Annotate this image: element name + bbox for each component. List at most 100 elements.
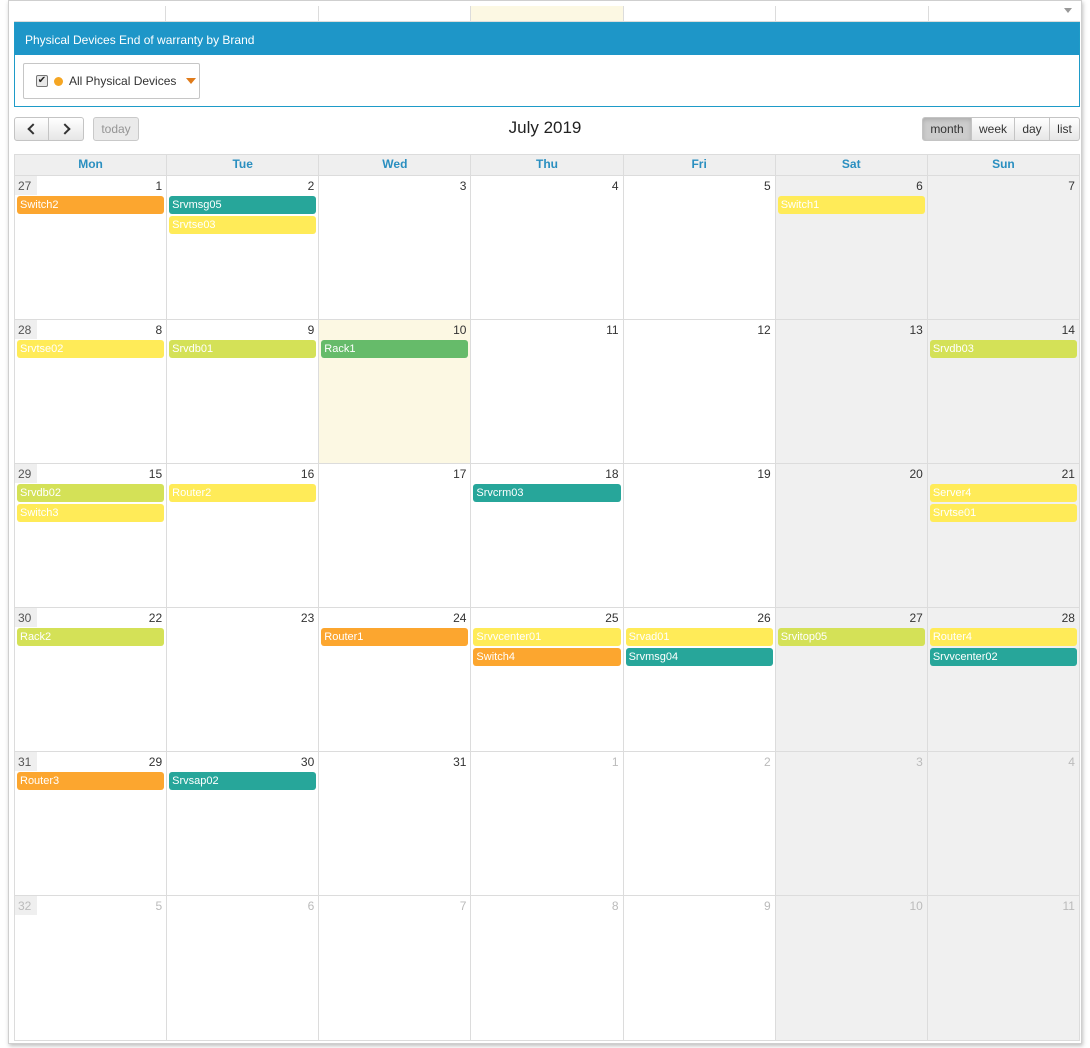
day-cell[interactable]: 11 xyxy=(926,896,1079,1040)
week-number[interactable]: 31 xyxy=(15,752,37,771)
day-cell[interactable]: 25 Srvvcenter01 Switch4 xyxy=(470,608,622,751)
day-cell[interactable]: 4 xyxy=(470,176,622,319)
day-cell[interactable]: 28 Router4 Srvvcenter02 xyxy=(926,608,1079,751)
day-number[interactable]: 29 xyxy=(149,755,162,769)
calendar-event[interactable]: Srvtse02 xyxy=(17,340,165,358)
day-cell[interactable]: 29 15 Srvdb02 Switch3 xyxy=(15,464,166,607)
day-cell[interactable]: 3 xyxy=(318,176,470,319)
day-cell[interactable]: 6 Switch1 xyxy=(774,176,927,319)
day-cell[interactable]: 31 29 Router3 xyxy=(15,752,166,895)
day-number[interactable]: 24 xyxy=(453,611,466,625)
day-cell[interactable]: 10 xyxy=(774,896,927,1040)
day-cell[interactable]: 2 xyxy=(622,752,775,895)
calendar-event[interactable]: Switch3 xyxy=(17,504,165,522)
day-cell[interactable]: 27 Srvitop05 xyxy=(774,608,927,751)
day-number[interactable]: 9 xyxy=(764,899,771,913)
day-cell[interactable]: 13 xyxy=(774,320,927,463)
scroll-caret-icon[interactable] xyxy=(1064,8,1072,13)
day-number[interactable]: 5 xyxy=(155,899,162,913)
day-cell[interactable]: 7 xyxy=(926,176,1079,319)
day-cell[interactable]: 9 Srvdb01 xyxy=(166,320,318,463)
day-cell[interactable]: 19 xyxy=(622,464,775,607)
day-number[interactable]: 1 xyxy=(612,755,619,769)
day-cell[interactable]: 5 xyxy=(622,176,775,319)
day-number[interactable]: 6 xyxy=(916,179,923,193)
day-number[interactable]: 7 xyxy=(460,899,467,913)
day-cell[interactable]: 20 xyxy=(774,464,927,607)
day-number[interactable]: 10 xyxy=(453,323,466,337)
day-cell[interactable]: 7 xyxy=(318,896,470,1040)
filter-checkbox[interactable]: ✔ xyxy=(36,75,48,87)
day-number[interactable]: 7 xyxy=(1068,179,1075,193)
day-number[interactable]: 31 xyxy=(453,755,466,769)
day-number[interactable]: 5 xyxy=(764,179,771,193)
day-number[interactable]: 4 xyxy=(612,179,619,193)
day-number[interactable]: 23 xyxy=(301,611,314,625)
calendar-event[interactable]: Srvtse01 xyxy=(929,504,1077,522)
week-number[interactable]: 30 xyxy=(15,608,37,627)
view-month-button[interactable]: month xyxy=(922,117,972,141)
week-number[interactable]: 27 xyxy=(15,176,37,195)
day-number[interactable]: 4 xyxy=(1068,755,1075,769)
calendar-event[interactable]: Srvcrm03 xyxy=(473,484,621,502)
day-cell[interactable]: 27 1 Switch2 xyxy=(15,176,166,319)
day-cell[interactable]: 14 Srvdb03 xyxy=(926,320,1079,463)
day-cell[interactable]: 10 Rack1 xyxy=(318,320,471,463)
day-cell[interactable]: 30 Srvsap02 xyxy=(166,752,318,895)
day-number[interactable]: 8 xyxy=(155,323,162,337)
day-number[interactable]: 9 xyxy=(308,323,315,337)
calendar-event[interactable]: Srvdb02 xyxy=(17,484,165,502)
day-cell[interactable]: 32 5 xyxy=(15,896,166,1040)
device-filter-dropdown[interactable]: ✔ All Physical Devices xyxy=(23,63,200,99)
calendar-event[interactable]: Srvdb01 xyxy=(169,340,317,358)
day-cell[interactable]: 9 xyxy=(622,896,775,1040)
day-number[interactable]: 30 xyxy=(301,755,314,769)
day-cell[interactable]: 21 Server4 Srvtse01 xyxy=(926,464,1079,607)
day-cell[interactable]: 8 xyxy=(470,896,622,1040)
day-number[interactable]: 8 xyxy=(612,899,619,913)
day-number[interactable]: 19 xyxy=(757,467,770,481)
day-number[interactable]: 1 xyxy=(155,179,162,193)
view-day-button[interactable]: day xyxy=(1015,117,1050,141)
calendar-event[interactable]: Srvitop05 xyxy=(777,628,925,646)
day-number[interactable]: 2 xyxy=(764,755,771,769)
calendar-event[interactable]: Server4 xyxy=(929,484,1077,502)
day-number[interactable]: 16 xyxy=(301,467,314,481)
day-number[interactable]: 27 xyxy=(909,611,922,625)
day-number[interactable]: 25 xyxy=(605,611,618,625)
day-cell[interactable]: 23 xyxy=(166,608,318,751)
calendar-event[interactable]: Srvmsg05 xyxy=(169,196,317,214)
week-number[interactable]: 28 xyxy=(15,320,37,339)
day-cell[interactable]: 4 xyxy=(926,752,1079,895)
calendar-event[interactable]: Router4 xyxy=(929,628,1077,646)
day-number[interactable]: 17 xyxy=(453,467,466,481)
view-list-button[interactable]: list xyxy=(1050,117,1080,141)
calendar-event[interactable]: Switch2 xyxy=(17,196,165,214)
day-cell[interactable]: 24 Router1 xyxy=(318,608,470,751)
calendar-event[interactable]: Srvtse03 xyxy=(169,216,317,234)
day-cell[interactable]: 28 8 Srvtse02 xyxy=(15,320,166,463)
week-number[interactable]: 29 xyxy=(15,464,37,483)
dropdown-caret-icon[interactable] xyxy=(186,78,197,84)
week-number[interactable]: 32 xyxy=(15,896,37,915)
day-number[interactable]: 11 xyxy=(606,323,618,337)
day-number[interactable]: 15 xyxy=(149,467,162,481)
calendar-event[interactable]: Rack2 xyxy=(17,628,165,646)
day-cell[interactable]: 18 Srvcrm03 xyxy=(470,464,622,607)
calendar-event[interactable]: Rack1 xyxy=(321,340,469,358)
day-cell[interactable]: 26 Srvad01 Srvmsg04 xyxy=(622,608,775,751)
day-number[interactable]: 26 xyxy=(757,611,770,625)
calendar-event[interactable]: Router1 xyxy=(321,628,469,646)
day-number[interactable]: 10 xyxy=(909,899,922,913)
day-number[interactable]: 21 xyxy=(1062,467,1075,481)
day-cell[interactable]: 16 Router2 xyxy=(166,464,318,607)
calendar-event[interactable]: Switch4 xyxy=(473,648,621,666)
calendar-event[interactable]: Srvvcenter02 xyxy=(929,648,1077,666)
day-number[interactable]: 14 xyxy=(1062,323,1075,337)
day-number[interactable]: 12 xyxy=(757,323,770,337)
day-number[interactable]: 28 xyxy=(1062,611,1075,625)
day-number[interactable]: 20 xyxy=(909,467,922,481)
calendar-event[interactable]: Srvmsg04 xyxy=(625,648,773,666)
day-cell[interactable]: 12 xyxy=(622,320,775,463)
day-number[interactable]: 3 xyxy=(916,755,923,769)
